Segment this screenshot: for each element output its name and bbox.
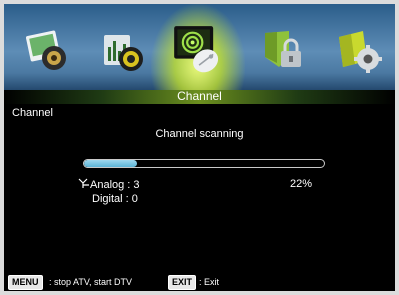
sound-icon	[104, 35, 143, 71]
tab-picture[interactable]	[24, 27, 72, 75]
tab-sound[interactable]	[99, 27, 147, 75]
active-tab-label: Channel	[177, 89, 222, 103]
exit-key[interactable]: EXIT	[168, 275, 197, 290]
tv-menu-screen: Channel Channel Channel scanning Analog …	[4, 4, 395, 291]
setup-icon	[339, 31, 382, 73]
scan-percent: 22%	[290, 178, 313, 190]
footer-hints: MENU : stop ATV, start DTV EXIT : Exit	[4, 273, 395, 291]
menu-icon-bar	[4, 4, 395, 104]
analog-count: Analog : 3	[90, 179, 140, 191]
analog-count-row: Analog : 3	[78, 178, 140, 191]
tab-lock[interactable]	[259, 27, 307, 75]
menu-key-hint: : stop ATV, start DTV	[49, 277, 133, 287]
tab-channel[interactable]	[172, 24, 224, 76]
channel-icon	[174, 26, 219, 73]
scan-title: Channel scanning	[155, 128, 244, 140]
digital-count: Digital : 0	[92, 193, 138, 205]
antenna-icon	[78, 178, 90, 189]
picture-icon	[25, 30, 66, 70]
tab-setup[interactable]	[335, 27, 383, 75]
exit-key-hint: : Exit	[199, 277, 220, 287]
section-label: Channel	[12, 107, 53, 119]
menu-key[interactable]: MENU	[8, 275, 43, 290]
scan-progress-bar	[83, 159, 325, 168]
scan-progress-fill	[84, 160, 137, 167]
lock-icon	[265, 31, 301, 67]
